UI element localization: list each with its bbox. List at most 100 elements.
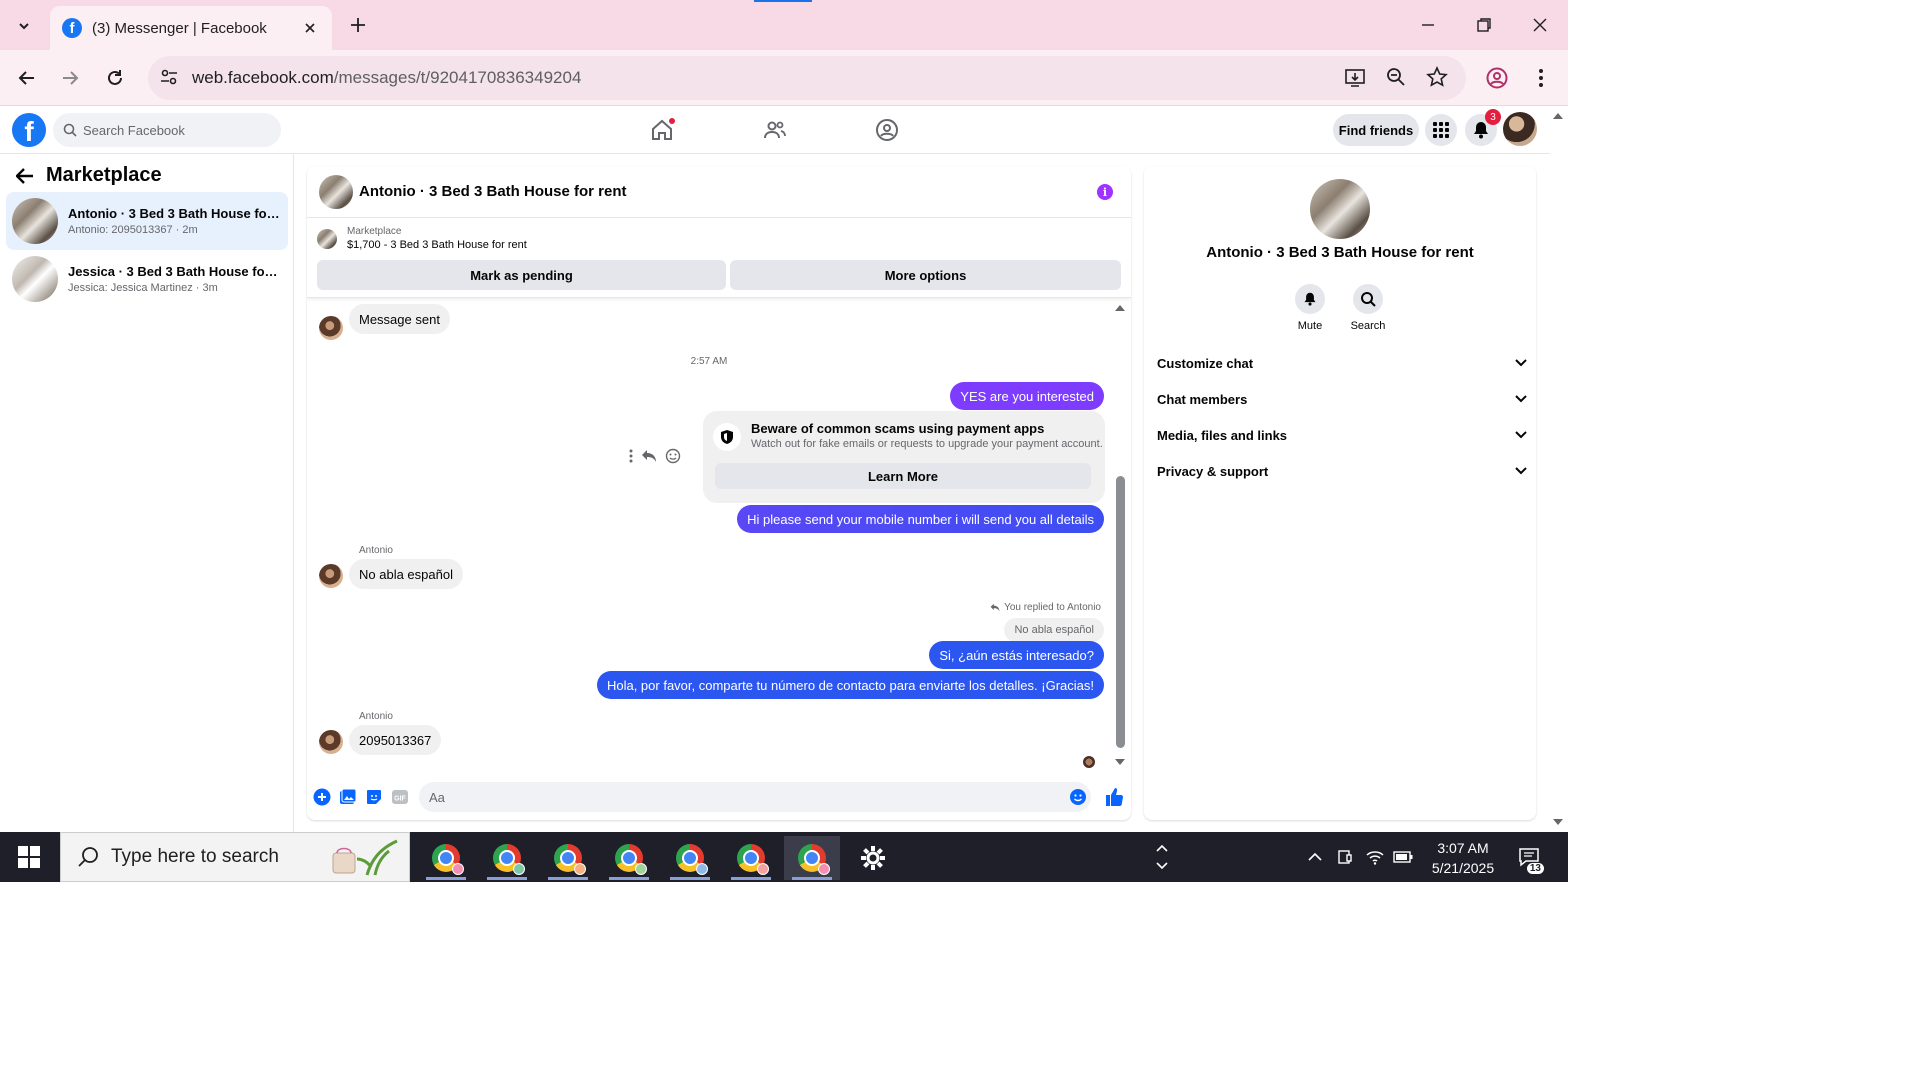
page-scroll-up-icon[interactable] [1552,112,1564,120]
scroll-up-icon [1115,305,1125,311]
mark-as-pending-button[interactable]: Mark as pending [317,260,726,290]
notifications-button[interactable]: 3 [1465,109,1501,146]
chrome-taskbar-app-active[interactable] [784,836,840,880]
chevron-down-icon [1515,467,1527,475]
chat-avatar[interactable] [319,174,353,209]
find-friends-button[interactable]: Find friends [1333,114,1419,146]
install-app-icon[interactable] [1344,67,1366,89]
media-files-links-row[interactable]: Media, files and links [1157,420,1527,450]
tab-close-icon[interactable] [300,18,320,38]
chrome-taskbar-app[interactable] [540,836,596,880]
facebook-logo-icon[interactable]: f [12,113,46,147]
customize-chat-row[interactable]: Customize chat [1157,348,1527,378]
battery-icon[interactable] [1390,832,1416,882]
taskbar-search-input[interactable]: Type here to search [60,832,410,882]
home-nav-button[interactable] [648,116,676,144]
like-thumb-icon[interactable] [1103,786,1125,808]
browser-toolbar: web.facebook.com/messages/t/920417083634… [0,50,1568,106]
search-in-chat-button[interactable]: Search [1338,284,1398,332]
browser-menu-button[interactable] [1525,62,1557,94]
privacy-support-row[interactable]: Privacy & support [1157,456,1527,486]
reply-icon [990,603,1000,612]
chat-details-avatar[interactable] [1310,179,1370,239]
mute-button[interactable]: Mute [1280,284,1340,332]
message-bubble[interactable]: 2095013367 [349,725,442,755]
minimize-button[interactable] [1400,0,1456,50]
back-arrow-icon[interactable] [16,167,34,184]
message-bubble[interactable]: No abla español [349,559,463,589]
forward-button[interactable] [54,62,86,94]
scrollbar-thumb[interactable] [1116,476,1125,748]
chrome-taskbar-app[interactable] [418,836,474,880]
chat-members-row[interactable]: Chat members [1157,384,1527,414]
page-scroll-down-icon[interactable] [1552,818,1564,826]
message-bubble-sent[interactable]: Hi please send your mobile number i will… [737,505,1104,533]
chrome-taskbar-app[interactable] [723,836,779,880]
reply-icon[interactable] [641,449,657,463]
chrome-taskbar-app[interactable] [662,836,718,880]
profile-button[interactable] [1481,62,1513,94]
restore-button[interactable] [1456,0,1512,50]
photo-icon[interactable] [339,788,357,806]
gif-icon[interactable]: GIF [391,788,409,806]
chrome-icon [432,844,464,875]
conversation-item-antonio[interactable]: Antonio · 3 Bed 3 Bath House for r... An… [6,192,288,250]
new-tab-button[interactable] [345,12,371,38]
close-window-button[interactable] [1512,0,1568,50]
message-scrollbar[interactable] [1113,298,1127,774]
chrome-taskbar-app[interactable] [479,836,535,880]
marketplace-listing-bar: Marketplace $1,700 - 3 Bed 3 Bath House … [307,218,1131,298]
reload-icon [108,70,122,85]
friends-nav-button[interactable] [761,116,789,144]
facebook-search-input[interactable]: Search Facebook [53,113,281,147]
conversation-name: Jessica · 3 Bed 3 Bath House for rent [68,264,280,279]
address-bar[interactable]: web.facebook.com/messages/t/920417083634… [148,56,1466,100]
message-bubble-sent[interactable]: Hola, por favor, comparte tu número de c… [596,671,1104,699]
more-vertical-icon[interactable] [629,449,633,463]
message-input[interactable]: Aa [419,782,1091,812]
info-icon[interactable]: i [1097,184,1113,200]
wifi-icon[interactable] [1362,832,1388,882]
start-button[interactable] [0,832,58,882]
close-icon [1533,18,1547,32]
message-bubble[interactable]: Message sent [349,304,450,334]
zoom-icon[interactable] [1386,67,1406,87]
system-clock[interactable]: 3:07 AM 5/21/2025 [1418,838,1508,878]
message-bubble-sent[interactable]: Si, ¿aún estás interesado? [929,641,1104,669]
learn-more-button[interactable]: Learn More [715,463,1091,489]
plus-circle-icon[interactable] [313,788,331,806]
bookmark-star-icon[interactable] [1426,66,1448,88]
tab-search-button[interactable] [10,12,38,40]
site-info-icon[interactable] [160,68,178,86]
sticker-icon[interactable] [365,788,383,806]
marketplace-label: Marketplace [347,226,402,237]
emoji-icon[interactable] [1069,788,1087,806]
account-avatar[interactable] [1503,112,1537,146]
conversation-item-jessica[interactable]: Jessica · 3 Bed 3 Bath House for rent Je… [6,250,288,308]
conversation-preview: Antonio: 2095013367 · 2m [68,224,198,236]
sender-avatar [319,730,343,754]
browser-tab-messenger[interactable]: f (3) Messenger | Facebook [50,6,332,50]
section-label: Customize chat [1157,355,1254,371]
message-actions [629,448,681,464]
quoted-message[interactable]: No abla español [1004,618,1104,642]
groups-nav-button[interactable] [873,116,901,144]
device-icon[interactable] [1332,832,1358,882]
back-button[interactable] [11,62,43,94]
taskbar-scroll[interactable] [1150,832,1174,882]
message-bubble-sent[interactable]: YES are you interested [950,382,1104,410]
show-hidden-icons-button[interactable] [1302,832,1328,882]
chrome-taskbar-app[interactable] [601,836,657,880]
chat-title[interactable]: Antonio · 3 Bed 3 Bath House for rent [359,183,627,200]
section-label: Chat members [1157,391,1248,407]
notification-center-button[interactable]: 13 [1514,832,1544,882]
menu-button[interactable] [1425,114,1457,146]
listing-info[interactable]: Marketplace $1,700 - 3 Bed 3 Bath House … [317,226,527,251]
chevron-down-icon [1156,862,1168,870]
search-label: Search [1350,320,1386,332]
home-notification-dot [669,118,675,124]
more-options-button[interactable]: More options [730,260,1121,290]
reload-button[interactable] [99,62,131,94]
emoji-react-icon[interactable] [665,448,681,464]
settings-taskbar-app[interactable] [845,836,901,880]
